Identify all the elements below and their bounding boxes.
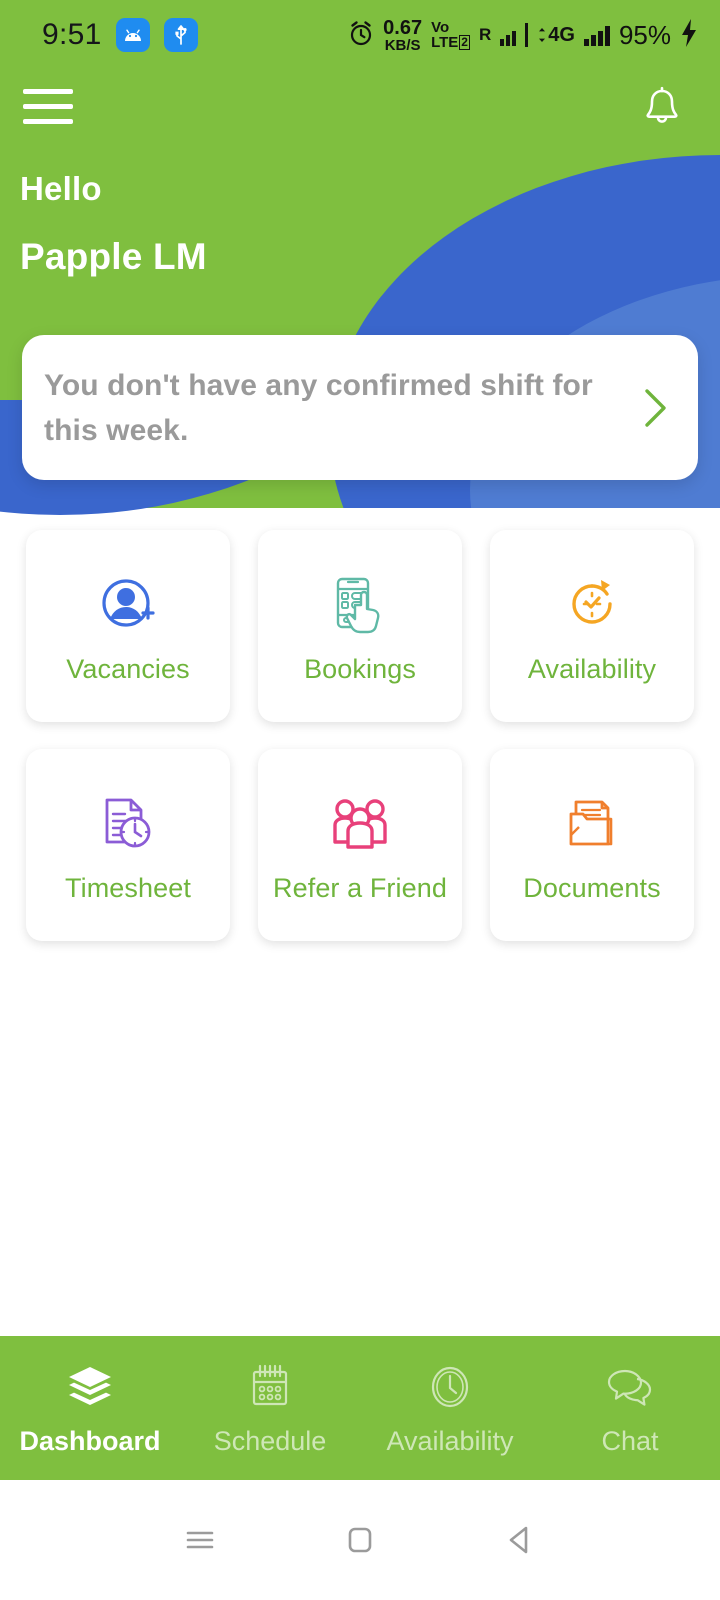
- volte-line-1: Vo: [431, 19, 450, 36]
- tile-label: Timesheet: [65, 872, 191, 903]
- tab-schedule[interactable]: Schedule: [180, 1336, 360, 1480]
- tab-chat[interactable]: Chat: [540, 1336, 720, 1480]
- tab-availability[interactable]: Availability: [360, 1336, 540, 1480]
- battery-percent: 95%: [618, 19, 671, 50]
- tab-label: Dashboard: [19, 1425, 161, 1456]
- clock-refresh-check-icon: [557, 568, 627, 640]
- app-screen: 9:51 0.67 KB/S Vo LTE 2 R 4G 95% Hello P…: [0, 0, 720, 1600]
- tile-vacancies[interactable]: Vacancies: [26, 530, 230, 722]
- tile-label: Vacancies: [66, 653, 190, 684]
- back-triangle-icon[interactable]: [490, 1510, 550, 1570]
- user-name: Papple LM: [20, 236, 207, 277]
- layers-icon: [64, 1360, 116, 1414]
- quick-actions-grid: Vacancies Bookings Availability Timeshee…: [0, 530, 720, 941]
- tab-label: Schedule: [213, 1425, 327, 1456]
- hamburger-menu-icon[interactable]: [20, 78, 76, 134]
- status-bar: 9:51 0.67 KB/S Vo LTE 2 R 4G 95%: [0, 0, 720, 70]
- volte-sim-number: 2: [459, 35, 470, 50]
- people-group-icon: [325, 787, 395, 859]
- notification-bell-icon[interactable]: [634, 80, 690, 136]
- phone-tap-hand-icon: [325, 568, 395, 640]
- status-divider: [525, 23, 529, 47]
- bottom-tab-bar: Dashboard Schedule Availability Chat: [0, 1336, 720, 1480]
- chevron-right-icon[interactable]: [638, 385, 672, 431]
- folder-documents-icon: [557, 787, 627, 859]
- android-navigation-bar: [0, 1480, 720, 1600]
- tile-bookings[interactable]: Bookings: [258, 530, 462, 722]
- user-add-circle-icon: [93, 568, 163, 640]
- tile-availability[interactable]: Availability: [490, 530, 694, 722]
- roaming-indicator: R: [478, 25, 492, 44]
- tile-refer-a-friend[interactable]: Refer a Friend: [258, 749, 462, 941]
- greeting-text: Hello: [20, 170, 102, 207]
- chat-bubbles-icon: [602, 1360, 658, 1414]
- tile-label: Refer a Friend: [273, 872, 447, 903]
- volte-indicator: Vo LTE 2: [431, 20, 470, 50]
- status-bar-right: 0.67 KB/S Vo LTE 2 R 4G 95%: [348, 18, 698, 53]
- clock-icon: [424, 1360, 476, 1414]
- charging-bolt-icon: [680, 18, 698, 53]
- tab-dashboard[interactable]: Dashboard: [0, 1336, 180, 1480]
- home-square-icon[interactable]: [330, 1510, 390, 1570]
- tile-documents[interactable]: Documents: [490, 749, 694, 941]
- tile-label: Bookings: [304, 653, 416, 684]
- status-bar-left: 9:51: [42, 18, 198, 52]
- shift-status-message: You don't have any confirmed shift for t…: [44, 368, 593, 447]
- document-clock-icon: [93, 787, 163, 859]
- signal-bars-sim2: [583, 24, 610, 46]
- network-speed: 0.67 KB/S: [383, 18, 422, 53]
- tile-label: Documents: [523, 872, 661, 903]
- network-speed-unit: KB/S: [384, 36, 421, 54]
- usb-icon: [163, 18, 198, 52]
- tile-label: Availability: [527, 653, 657, 684]
- tab-label: Chat: [601, 1425, 659, 1456]
- android-icon: [115, 18, 150, 52]
- shift-status-card[interactable]: You don't have any confirmed shift for t…: [22, 335, 698, 480]
- alarm-icon: [348, 19, 374, 52]
- tab-label: Availability: [386, 1425, 514, 1456]
- status-bar-clock: 9:51: [42, 18, 102, 51]
- calendar-icon: [244, 1360, 296, 1414]
- recents-icon[interactable]: [170, 1510, 230, 1570]
- volte-line-2: LTE: [431, 34, 459, 51]
- network-speed-value: 0.67: [383, 16, 423, 39]
- signal-bars-sim1: [500, 24, 517, 46]
- tile-timesheet[interactable]: Timesheet: [26, 749, 230, 941]
- network-type-indicator: 4G: [537, 24, 575, 47]
- network-type-label: 4G: [548, 23, 575, 46]
